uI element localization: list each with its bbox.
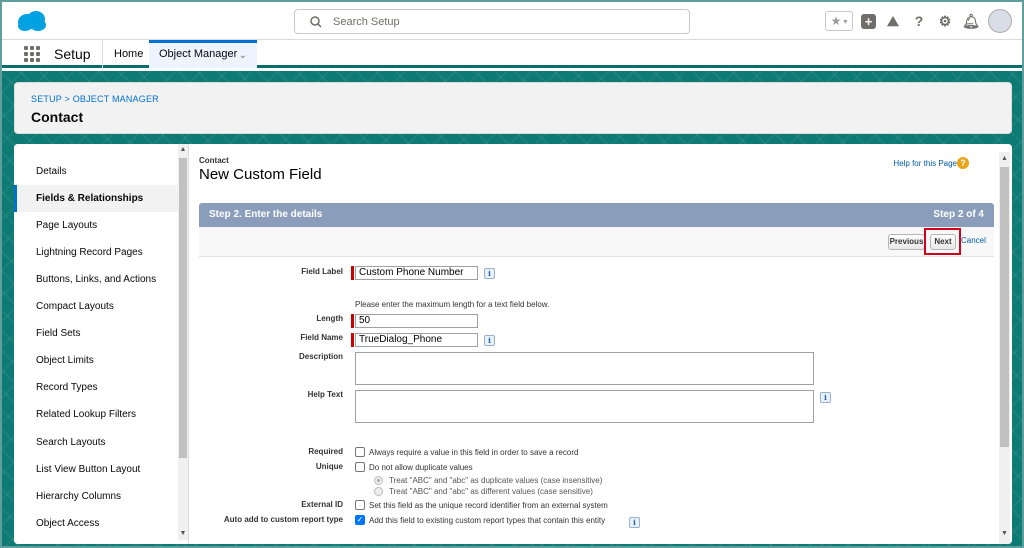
tab-home[interactable]: Home [114,40,143,68]
chevron-down-icon[interactable]: ⌄ [239,50,247,61]
unique-label: Unique [315,462,343,471]
field-label-label: Field Label [301,267,343,276]
sidebar-item-fields-relationships[interactable]: Fields & Relationships [14,185,188,212]
search-icon [310,16,322,28]
unique-text: Do not allow duplicate values [369,463,473,472]
sidebar-item-buttons-links-actions[interactable]: Buttons, Links, and Actions [14,266,188,293]
scroll-up-icon[interactable]: ▲ [1000,154,1009,163]
salesforce-cloud-icon[interactable] [16,10,48,32]
description-textarea[interactable] [355,352,814,385]
auto-add-label: Auto add to custom report type [223,515,343,524]
sidebar-item-page-layouts[interactable]: Page Layouts [14,212,188,239]
header-icons: ★ ▾ + ⛰ ? ⚙ 🔔︎ [825,8,1012,34]
search-setup-input[interactable]: Search Setup [294,9,690,34]
auto-add-checkbox[interactable]: ✓ [355,515,365,525]
sidebar-item-object-access[interactable]: Object Access [14,510,188,537]
help-text-label: Help Text [307,390,343,399]
global-header: Search Setup ★ ▾ + ⛰ ? ⚙ 🔔︎ [2,2,1022,40]
app-launcher-icon[interactable] [24,46,40,62]
content-area: Contact New Custom Field Help for this P… [189,144,1012,544]
search-placeholder: Search Setup [333,16,400,28]
app-navigation: Setup Home Object Manager ⌄ [2,40,1022,68]
help-link[interactable]: Help for this Page [893,159,957,168]
app-name: Setup [54,46,91,62]
favorites-button[interactable]: ★ ▾ [825,11,853,31]
next-button-highlight [924,228,961,255]
sidebar-item-search-layouts[interactable]: Search Layouts [14,429,188,456]
step-header: Step 2. Enter the details Step 2 of 4 [199,203,994,227]
object-header: SETUP > OBJECT MANAGER Contact [14,82,1012,134]
info-icon[interactable]: i [484,335,495,346]
button-row: Previous Next Cancel [199,227,994,257]
gear-icon[interactable]: ⚙ [936,12,954,30]
main-panel: Details Fields & Relationships Page Layo… [14,144,1012,544]
field-label-input[interactable]: Custom Phone Number [355,266,478,280]
avatar[interactable] [988,9,1012,33]
sidebar-item-field-sets[interactable]: Field Sets [14,320,188,347]
tab-object-manager[interactable]: Object Manager ⌄ [149,40,257,68]
field-name-label: Field Name [300,333,343,342]
description-label: Description [298,352,343,361]
help-text-textarea[interactable] [355,390,814,423]
sidebar-item-hierarchy-columns[interactable]: Hierarchy Columns [14,483,188,510]
tab-object-manager-label: Object Manager [159,48,238,60]
unique-checkbox[interactable] [355,462,365,472]
external-id-label: External ID [301,500,343,509]
object-title: Contact [31,109,84,125]
required-label: Required [308,447,343,456]
step-title: Step 2. Enter the details [209,209,323,220]
scroll-down-icon[interactable]: ▼ [1000,529,1009,538]
page-title: New Custom Field [199,166,322,183]
info-icon[interactable]: i [629,517,640,528]
breadcrumb[interactable]: SETUP > OBJECT MANAGER [31,94,159,104]
sidebar-item-list-view-button-layout[interactable]: List View Button Layout [14,456,188,483]
trailhead-icon[interactable]: ⛰ [884,12,902,30]
cancel-link[interactable]: Cancel [961,236,986,245]
add-icon[interactable]: + [861,13,876,29]
length-note: Please enter the maximum length for a te… [355,300,550,309]
auto-add-text: Add this field to existing custom report… [369,516,606,525]
info-icon[interactable]: i [820,392,831,403]
help-icon[interactable]: ? [957,157,969,169]
external-id-checkbox[interactable] [355,500,365,510]
field-name-input[interactable]: TrueDialog_Phone [355,333,478,347]
star-icon: ★ [830,14,842,28]
step-count: Step 2 of 4 [933,209,984,220]
scrollbar-thumb[interactable] [1000,167,1009,447]
case-sensitive-radio[interactable] [374,487,383,496]
sidebar-item-object-limits[interactable]: Object Limits [14,347,188,374]
previous-button[interactable]: Previous [888,234,925,250]
scroll-up-icon[interactable]: ▲ [179,146,187,154]
case-insensitive-radio[interactable] [374,476,383,485]
sidebar-item-details[interactable]: Details [14,158,188,185]
required-text: Always require a value in this field in … [369,448,579,457]
chevron-down-icon: ▾ [843,16,848,26]
sidebar-item-record-types[interactable]: Record Types [14,374,188,401]
content-scrollbar[interactable]: ▲ ▼ [999,152,1010,544]
length-input[interactable]: 50 [355,314,478,328]
scrollbar-thumb[interactable] [179,158,187,458]
sidebar-item-lightning-record-pages[interactable]: Lightning Record Pages [14,239,188,266]
sidebar-item-compact-layouts[interactable]: Compact Layouts [14,293,188,320]
field-details-form: Field Label Custom Phone Number i Please… [199,257,994,544]
required-indicator [351,266,354,280]
required-checkbox[interactable] [355,447,365,457]
nav-divider [102,40,103,68]
browser-frame: Search Setup ★ ▾ + ⛰ ? ⚙ 🔔︎ Setup Home Ob… [0,0,1024,548]
help-icon[interactable]: ? [910,12,928,30]
length-label: Length [316,314,343,323]
info-icon[interactable]: i [484,268,495,279]
context-label: Contact [199,156,229,165]
external-id-text: Set this field as the unique record iden… [369,501,608,510]
object-sidebar: Details Fields & Relationships Page Layo… [14,144,188,544]
sidebar-scrollbar[interactable]: ▲ ▼ [178,144,188,540]
case-sensitive-text: Treat "ABC" and "abc" as different value… [389,487,593,496]
case-insensitive-text: Treat "ABC" and "abc" as duplicate value… [389,476,603,485]
bell-icon[interactable]: 🔔︎ [962,12,980,30]
sidebar-item-related-lookup-filters[interactable]: Related Lookup Filters [14,401,188,428]
required-indicator [351,333,354,347]
scroll-down-icon[interactable]: ▼ [179,530,187,538]
required-indicator [351,314,354,328]
